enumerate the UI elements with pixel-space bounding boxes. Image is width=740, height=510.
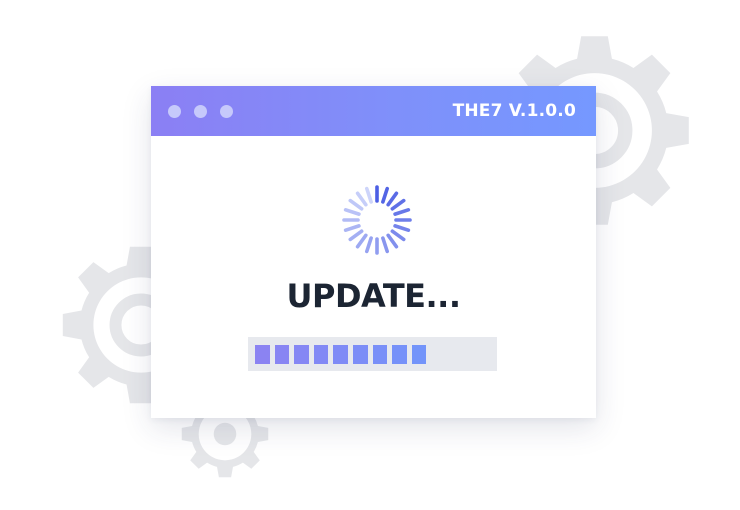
progress-segment bbox=[333, 345, 348, 364]
spinner-tick bbox=[390, 198, 406, 211]
progress-segment bbox=[255, 345, 270, 364]
spinner-tick bbox=[348, 229, 364, 242]
window-control-dot[interactable] bbox=[220, 105, 233, 118]
update-status-text: UPDATE... bbox=[286, 277, 461, 315]
spinner-tick bbox=[381, 186, 389, 204]
update-illustration: THE7 V.1.0.0 UPDATE... bbox=[0, 0, 740, 510]
spinner-tick bbox=[393, 224, 411, 232]
window-control-dot[interactable] bbox=[168, 105, 181, 118]
window-titlebar: THE7 V.1.0.0 bbox=[151, 86, 596, 136]
progress-fill bbox=[255, 345, 427, 364]
spinner-tick bbox=[355, 233, 368, 249]
spinner-tick bbox=[390, 229, 406, 242]
progress-segment bbox=[352, 345, 368, 364]
spinner-tick bbox=[386, 233, 399, 249]
progress-segment bbox=[392, 345, 407, 364]
spinner-tick bbox=[348, 198, 364, 211]
progress-segment bbox=[274, 345, 290, 364]
spinner-tick bbox=[381, 236, 389, 254]
spinner-tick bbox=[386, 191, 399, 207]
spinner-tick bbox=[393, 208, 411, 216]
window-control-dot[interactable] bbox=[194, 105, 207, 118]
update-window: THE7 V.1.0.0 UPDATE... bbox=[151, 86, 596, 418]
progress-bar bbox=[248, 337, 497, 371]
progress-segment bbox=[294, 345, 309, 364]
spinner-tick bbox=[355, 191, 368, 207]
spinner-tick bbox=[343, 224, 361, 232]
progress-segment bbox=[313, 345, 329, 364]
window-title: THE7 V.1.0.0 bbox=[452, 101, 576, 121]
spinner-tick bbox=[365, 236, 373, 254]
spinner-tick bbox=[343, 208, 361, 216]
progress-segment bbox=[411, 345, 427, 364]
loading-spinner-icon bbox=[340, 183, 414, 257]
progress-segment bbox=[372, 345, 388, 364]
spinner-tick bbox=[365, 186, 373, 204]
